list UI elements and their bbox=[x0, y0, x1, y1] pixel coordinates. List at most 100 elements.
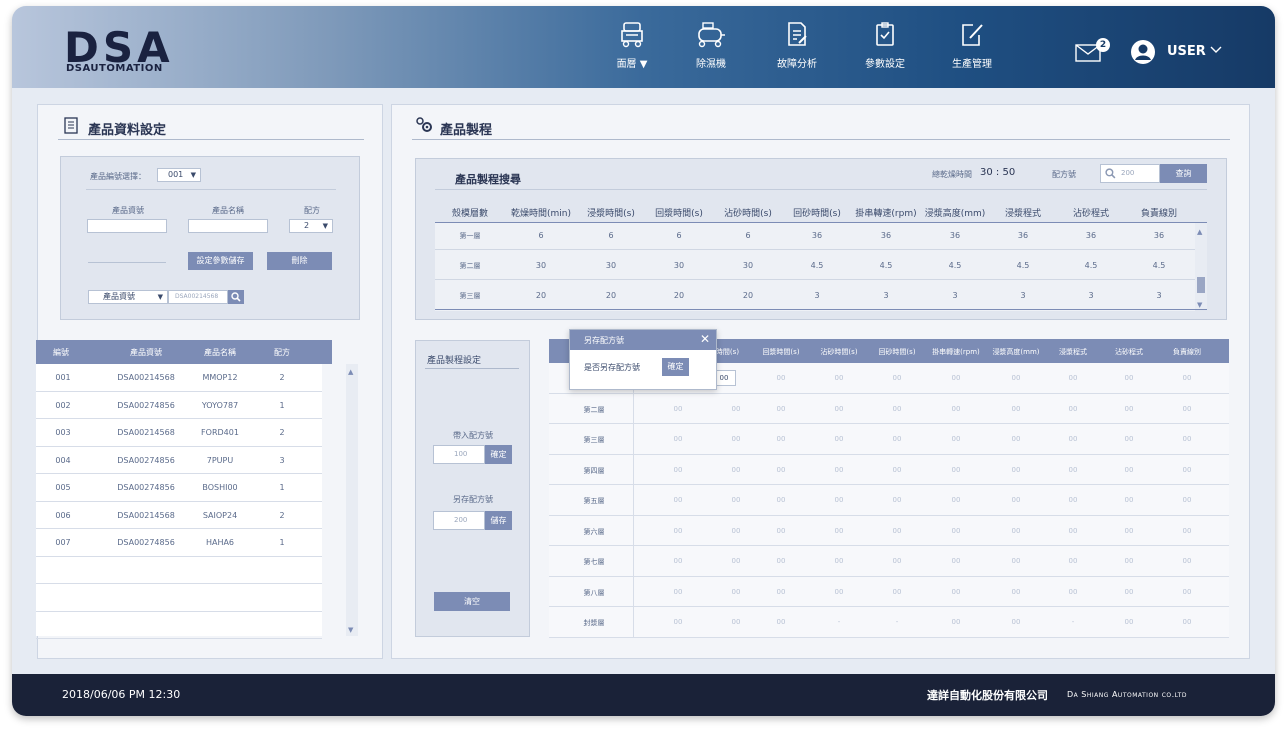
cell-value: 36 bbox=[1017, 231, 1029, 240]
col-header-sand-time: 沾砂時間(s) bbox=[724, 209, 772, 219]
footer-bar: 2018/06/06 PM 12:30 達詳自動化股份有限公司 Da Shian… bbox=[12, 674, 1275, 716]
table-row[interactable]: 003 DSA00214568 FORD401 2 bbox=[36, 419, 322, 447]
cell-value: 00 bbox=[673, 465, 683, 474]
cell-value: 20 bbox=[605, 291, 617, 300]
cell-value: 00 bbox=[951, 587, 961, 596]
cell-value: 30 bbox=[535, 261, 547, 270]
scroll-up-icon[interactable]: ▲ bbox=[1197, 228, 1202, 236]
cell-value: 00 bbox=[951, 496, 961, 504]
dialog-confirm-button[interactable]: 確定 bbox=[662, 358, 689, 376]
save-as-recipe-label: 另存配方號 bbox=[453, 495, 493, 504]
cell-value: 00 bbox=[834, 587, 844, 596]
cell-value: 00 bbox=[892, 465, 902, 474]
product-search-input[interactable]: DSA00214568 bbox=[168, 290, 228, 304]
load-recipe-input[interactable]: 100 bbox=[433, 445, 485, 464]
col-header-dry-time: 乾燥時間(min) bbox=[511, 209, 571, 219]
document-edit-icon bbox=[788, 22, 807, 46]
cell-value: 00 bbox=[892, 435, 902, 443]
user-avatar-icon[interactable] bbox=[1130, 39, 1156, 65]
cell-value: 00 bbox=[1124, 557, 1134, 565]
delete-button[interactable]: 刪除 bbox=[267, 252, 332, 270]
col-header: 沾砂時間(s) bbox=[820, 348, 858, 356]
scroll-up-icon[interactable]: ▲ bbox=[348, 368, 353, 376]
search-table-scrollbar[interactable]: ▲ ▼ bbox=[1195, 223, 1207, 309]
row-label: 第七層 bbox=[583, 558, 605, 566]
table-row[interactable]: 第三層 00 00 00 00 00 00 00 00 00 00 bbox=[549, 424, 1229, 455]
nav-item-parameter-settings[interactable]: 參數設定 bbox=[845, 21, 925, 70]
row-label: 第八層 bbox=[583, 588, 605, 597]
cell-value: 00 bbox=[1182, 374, 1192, 382]
cell-value: 00 bbox=[951, 404, 961, 413]
cell-name: SAIOP24 bbox=[202, 510, 238, 520]
table-row[interactable]: 第四層 00 00 00 00 00 00 00 00 00 00 bbox=[549, 454, 1229, 485]
company-name-en: Da Shiang Automation co.ltd bbox=[1067, 690, 1187, 699]
cell-value: 00 bbox=[1124, 465, 1134, 474]
table-row[interactable]: 001 DSA00214568 MMOP12 2 bbox=[36, 364, 322, 392]
table-row[interactable]: 第六層 00 00 00 00 00 00 00 00 00 00 bbox=[549, 515, 1229, 546]
cell-layer: 第二層 bbox=[459, 262, 481, 270]
table-row[interactable]: 第五層 00 00 00 00 00 00 00 00 00 00 bbox=[549, 485, 1229, 516]
name-input[interactable] bbox=[188, 219, 268, 233]
search-type-value: 產品資號 bbox=[103, 292, 135, 301]
cell-material: DSA00274856 bbox=[117, 455, 175, 465]
user-label[interactable]: USER bbox=[1167, 44, 1206, 59]
col-header-recipe: 配方 bbox=[274, 348, 290, 357]
query-button[interactable]: 查詢 bbox=[1160, 164, 1207, 183]
save-as-button[interactable]: 儲存 bbox=[485, 511, 512, 530]
table-row[interactable]: 第八層 00 00 00 00 00 00 00 00 00 00 bbox=[549, 576, 1229, 607]
search-button[interactable] bbox=[228, 290, 244, 304]
cell-value: 20 bbox=[742, 291, 754, 300]
col-header-dip-height: 浸漿高度(mm) bbox=[924, 209, 986, 219]
divider bbox=[412, 139, 1230, 140]
load-confirm-button[interactable]: 確定 bbox=[485, 445, 512, 464]
nav-item-production-management[interactable]: 生產管理 bbox=[932, 21, 1012, 70]
scroll-down-icon[interactable]: ▼ bbox=[348, 626, 353, 634]
table-row[interactable]: 004 DSA00274856 7PUPU 3 bbox=[36, 447, 322, 474]
save-as-recipe-input[interactable]: 200 bbox=[433, 511, 485, 530]
cell-value: 00 bbox=[673, 557, 683, 565]
cell-layer: 第一層 bbox=[459, 232, 481, 240]
cell-material: DSA00274856 bbox=[117, 538, 175, 547]
close-icon[interactable]: ✕ bbox=[700, 332, 710, 346]
cell-value: 00 bbox=[951, 435, 961, 443]
cell-material: DSA00214568 bbox=[117, 428, 175, 437]
nav-item-machine[interactable]: 面層 ▼ bbox=[592, 21, 672, 70]
cell-value: 00 bbox=[1124, 618, 1134, 626]
product-process-title: 產品製程 bbox=[440, 123, 493, 138]
table-row[interactable]: 第七層 00 00 00 00 00 00 00 00 00 00 bbox=[549, 546, 1229, 577]
cell-value: 20 bbox=[535, 291, 547, 300]
divider bbox=[88, 262, 166, 263]
cell-value: 00 bbox=[1011, 496, 1021, 504]
cell-value: 00 bbox=[892, 374, 902, 382]
cell-value: 00 bbox=[776, 587, 786, 596]
save-parameter-button[interactable]: 設定參數儲存 bbox=[188, 252, 253, 270]
table-row[interactable]: 006 DSA00214568 SAIOP24 2 bbox=[36, 502, 322, 529]
table-row[interactable]: 封漿層 00 00 00 - - 00 00 - 00 00 bbox=[549, 607, 1229, 638]
nav-item-fault-analysis[interactable]: 故障分析 bbox=[757, 21, 837, 70]
col-header: 浸漿程式 bbox=[1059, 348, 1087, 356]
table-row[interactable]: 002 DSA00274856 YOYO787 1 bbox=[36, 392, 322, 419]
table-row[interactable]: 005 DSA00274856 BOSHI00 1 bbox=[36, 474, 322, 502]
cell-value: 00 bbox=[951, 526, 961, 535]
cell-recipe: 3 bbox=[279, 455, 285, 465]
cell-value: 6 bbox=[676, 231, 682, 240]
col-header-rpm: 掛串轉速(rpm) bbox=[855, 209, 917, 219]
product-number-select[interactable]: 001 ▼ bbox=[157, 168, 201, 182]
chevron-down-icon[interactable] bbox=[1210, 45, 1222, 55]
recipe-select[interactable]: 2 ▼ bbox=[289, 219, 333, 233]
scroll-down-icon[interactable]: ▼ bbox=[1197, 301, 1202, 309]
nav-item-dehumidifier[interactable]: 除濕機 bbox=[671, 21, 751, 70]
col-header-layer: 殼模層數 bbox=[451, 209, 488, 219]
machine-icon bbox=[621, 22, 643, 48]
search-type-select[interactable]: 產品資號 ▼ bbox=[88, 290, 168, 304]
table-row[interactable]: 第二層 00 00 00 00 00 00 00 00 00 00 bbox=[549, 393, 1229, 424]
dialog-message: 是否另存配方號 bbox=[584, 363, 640, 372]
table-row[interactable]: 007 DSA00274856 HAHA6 1 bbox=[36, 529, 322, 557]
clear-button[interactable]: 清空 bbox=[434, 592, 510, 611]
scroll-thumb[interactable] bbox=[1197, 277, 1205, 293]
cell-value: 00 bbox=[1182, 465, 1192, 474]
logo-subtitle: DSAUTOMATION bbox=[66, 63, 163, 74]
cell-value: - bbox=[895, 618, 899, 626]
product-table-scrollbar[interactable]: ▲ ▼ bbox=[346, 364, 358, 636]
material-input[interactable] bbox=[87, 219, 167, 233]
